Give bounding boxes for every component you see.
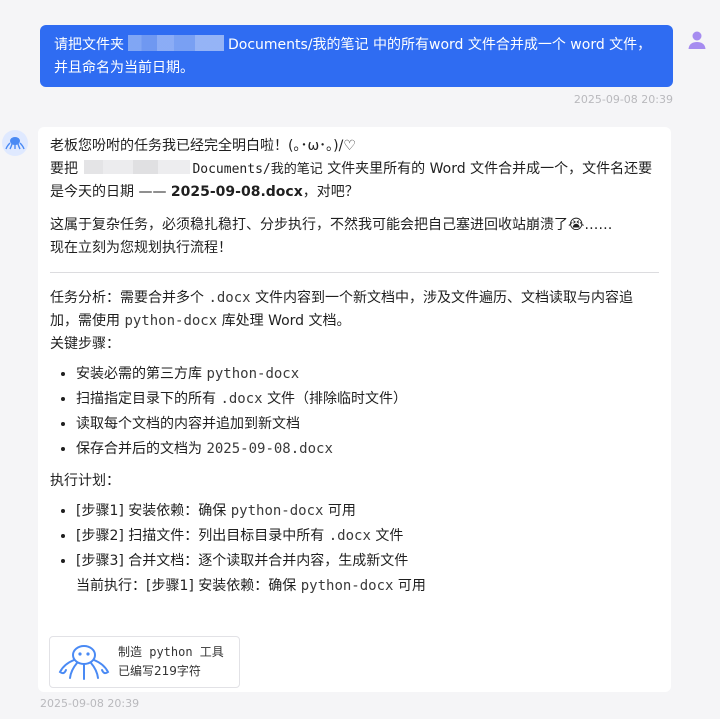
user-message-part1: 请把文件夹 bbox=[54, 37, 124, 53]
divider bbox=[50, 272, 659, 273]
user-message-timestamp: 2025-09-08 20:39 bbox=[573, 93, 673, 106]
octopus-icon bbox=[5, 137, 25, 150]
current-post: 可用 bbox=[397, 578, 426, 594]
confirm-filename: 2025-09-08.docx bbox=[170, 184, 303, 200]
list-item: [步骤1] 安装依赖：确保 python-docx 可用 bbox=[76, 499, 659, 524]
octopus-icon bbox=[58, 645, 110, 680]
person-icon[interactable] bbox=[686, 29, 708, 51]
analysis-label: 任务分析：需要合并多个 bbox=[50, 290, 204, 306]
steps-list: 安装必需的第三方库 python-docx 扫描指定目录下的所有 .docx 文… bbox=[50, 362, 659, 462]
bot-avatar[interactable] bbox=[2, 130, 28, 156]
bot-confirm: 要把 Documents/我的笔记 文件夹里所有的 Word 文件合并成一个，文… bbox=[50, 158, 659, 204]
redacted-path bbox=[128, 35, 224, 51]
analysis-code: python-docx bbox=[124, 313, 218, 329]
list-item: 安装必需的第三方库 python-docx bbox=[76, 362, 659, 387]
redacted-path bbox=[84, 160, 191, 174]
tool-status: 已编写219字符 bbox=[118, 664, 201, 678]
plan-title: 执行计划： bbox=[50, 473, 120, 489]
current-pre: 当前执行：[步骤1] 安装依赖：确保 bbox=[76, 578, 297, 594]
list-item: 读取每个文档的内容并追加到新文档 bbox=[76, 412, 659, 437]
analysis-end: 库处理 Word 文档。 bbox=[221, 313, 351, 329]
analysis-code: .docx bbox=[208, 290, 251, 306]
bot-message-card: 老板您吩咐的任务我已经完全明白啦！(｡･ω･｡)/♡ 要把 Documents/… bbox=[38, 127, 671, 692]
user-message-bubble: 请把文件夹 Documents/我的笔记 中的所有word 文件合并成一个 wor… bbox=[40, 25, 673, 87]
current-execution: 当前执行：[步骤1] 安装依赖：确保 python-docx 可用 bbox=[50, 574, 659, 599]
plan-list: [步骤1] 安装依赖：确保 python-docx 可用 [步骤2] 扫描文件：… bbox=[50, 499, 659, 574]
steps-title: 关键步骤： bbox=[50, 336, 120, 352]
current-code: python-docx bbox=[300, 578, 394, 594]
bot-message-timestamp: 2025-09-08 20:39 bbox=[40, 697, 140, 710]
list-item: [步骤3] 合并文档：逐个读取并合并内容，生成新文件 bbox=[76, 549, 659, 574]
tool-title: 制造 python 工具 bbox=[118, 645, 224, 659]
confirm-post: ，对吧？ bbox=[302, 184, 359, 200]
confirm-path: Documents/我的笔记 bbox=[192, 162, 323, 177]
list-item: 保存合并后的文档为 2025-09-08.docx bbox=[76, 437, 659, 462]
complex-note: 这属于复杂任务，必须稳扎稳打、分步执行，不然我可能会把自己塞进回收站崩溃了😭…… bbox=[50, 217, 613, 233]
tool-card[interactable]: 制造 python 工具 已编写219字符 bbox=[49, 636, 240, 688]
confirm-pre: 要把 bbox=[50, 161, 78, 177]
plan-intro: 现在立刻为您规划执行流程！ bbox=[50, 240, 232, 256]
list-item: [步骤2] 扫描文件：列出目标目录中所有 .docx 文件 bbox=[76, 524, 659, 549]
bot-greeting: 老板您吩咐的任务我已经完全明白啦！(｡･ω･｡)/♡ bbox=[50, 138, 356, 154]
list-item: 扫描指定目录下的所有 .docx 文件（排除临时文件） bbox=[76, 387, 659, 412]
task-analysis: 任务分析：需要合并多个 .docx 文件内容到一个新文档中，涉及文件遍历、文档读… bbox=[50, 287, 659, 333]
